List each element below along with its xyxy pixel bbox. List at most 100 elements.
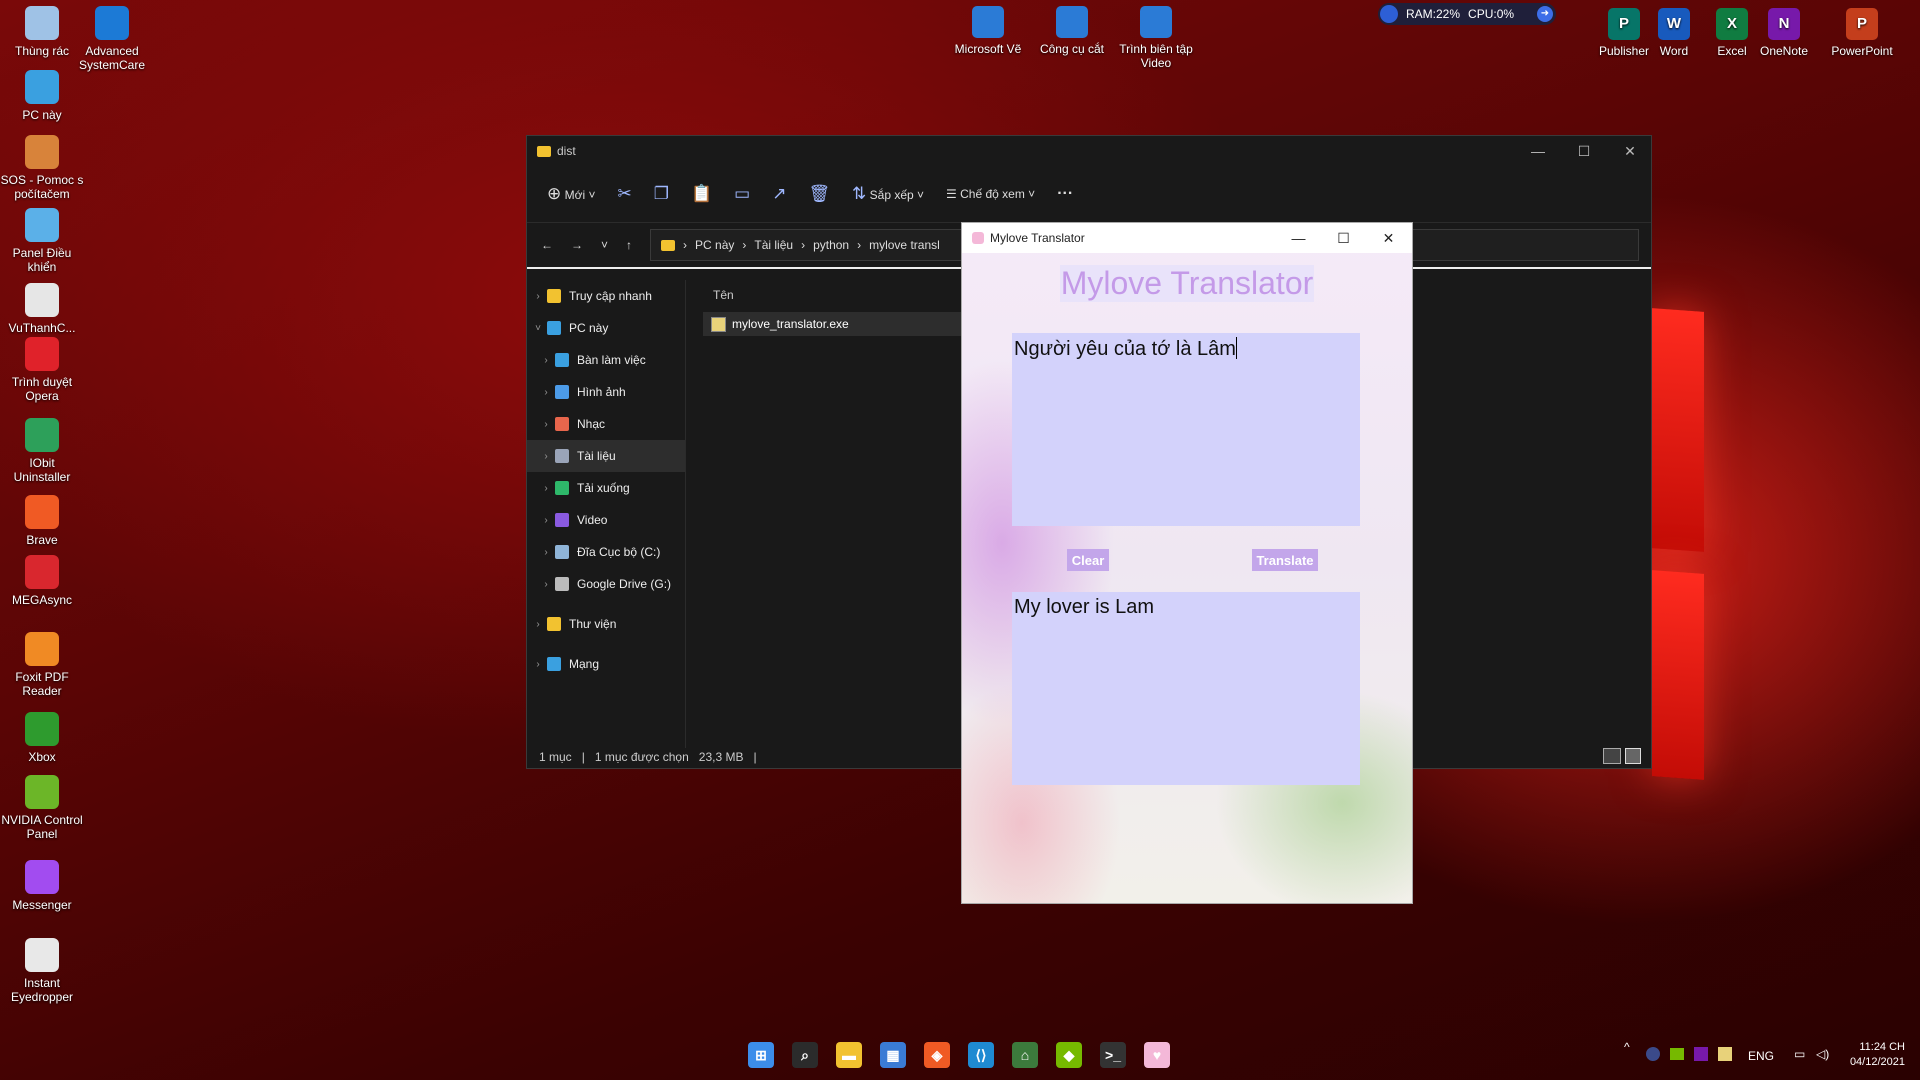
python-icon[interactable]: ⌂: [1012, 1042, 1038, 1068]
search-icon[interactable]: ⌕: [792, 1042, 818, 1068]
mylove-translator-icon[interactable]: ♥: [1144, 1042, 1170, 1068]
arrow-right-icon[interactable]: ➜: [1537, 6, 1553, 22]
chevron-right-icon[interactable]: ›: [537, 483, 555, 494]
translation-output[interactable]: My lover is Lam: [1012, 592, 1360, 785]
desktop-icon[interactable]: Trình duyệt Opera: [0, 337, 84, 403]
chevron-right-icon[interactable]: ›: [529, 659, 547, 670]
chevron-right-icon[interactable]: ›: [529, 619, 547, 630]
paste-icon[interactable]: 📋: [691, 184, 712, 204]
store-icon[interactable]: ▦: [880, 1042, 906, 1068]
desktop-icon[interactable]: Công cụ cắt: [1030, 6, 1114, 56]
show-hidden-icons[interactable]: ^: [1624, 1040, 1630, 1054]
chevron-right-icon[interactable]: ›: [537, 419, 555, 430]
chevron-right-icon[interactable]: ›: [537, 547, 555, 558]
nav-item[interactable]: › Tài liệu: [527, 440, 685, 472]
clock[interactable]: 11:24 CH 04/12/2021: [1845, 1040, 1905, 1070]
ram-cpu-meter[interactable]: RAM:22% CPU:0% ➜: [1378, 3, 1556, 25]
translator-titlebar[interactable]: Mylove Translator — ☐ ✕: [962, 223, 1412, 253]
file-explorer-icon[interactable]: ▬: [836, 1042, 862, 1068]
view-button[interactable]: ☰ Chế độ xem ˅: [946, 187, 1035, 201]
nav-item[interactable]: › Truy cập nhanh: [527, 280, 685, 312]
desktop-icon[interactable]: Brave: [0, 495, 84, 547]
v-tray-icon[interactable]: [1718, 1047, 1732, 1061]
desktop-icon[interactable]: Messenger: [0, 860, 84, 912]
minimize-button[interactable]: —: [1276, 223, 1321, 253]
back-icon[interactable]: ←: [541, 238, 553, 252]
delete-icon[interactable]: 🗑: [808, 184, 830, 204]
share-icon[interactable]: ↗: [772, 184, 786, 204]
desktop-icon[interactable]: Instant Eyedropper: [0, 938, 84, 1004]
chevron-down-icon[interactable]: ˅: [529, 323, 547, 334]
minimize-button[interactable]: —: [1515, 136, 1561, 166]
breadcrumb-item[interactable]: PC này: [695, 238, 734, 252]
desktop-icon[interactable]: Advanced SystemCare: [70, 6, 154, 72]
translate-button[interactable]: Translate: [1252, 549, 1318, 571]
brave-icon[interactable]: ◈: [924, 1042, 950, 1068]
maximize-button[interactable]: ☐: [1321, 223, 1366, 253]
desktop-icon-label: PC này: [22, 108, 62, 122]
breadcrumb-item[interactable]: Tài liệu: [754, 238, 793, 252]
nav-item[interactable]: › Đĩa Cục bộ (C:): [527, 536, 685, 568]
more-button[interactable]: ···: [1057, 185, 1073, 203]
breadcrumb-item[interactable]: mylove transl: [869, 238, 940, 252]
nvidia-icon[interactable]: ◆: [1056, 1042, 1082, 1068]
close-button[interactable]: ✕: [1366, 223, 1411, 253]
desktop-icon[interactable]: SOS - Pomoc s počítačem: [0, 135, 84, 201]
nvidia-tray-icon[interactable]: [1670, 1048, 1684, 1060]
clear-button[interactable]: Clear: [1067, 549, 1109, 571]
recent-icon[interactable]: ˅: [601, 238, 608, 252]
desktop-icon[interactable]: Panel Điều khiển: [0, 208, 84, 274]
chevron-right-icon[interactable]: ›: [537, 515, 555, 526]
maximize-button[interactable]: ☐: [1561, 136, 1607, 166]
desktop-icon[interactable]: IObit Uninstaller: [0, 418, 84, 484]
up-icon[interactable]: ↑: [626, 238, 632, 252]
volume-icon[interactable]: ◁): [1816, 1047, 1829, 1061]
desktop-icon[interactable]: VuThanhC...: [0, 283, 84, 335]
new-button[interactable]: ⊕ Mới ˅: [547, 184, 595, 204]
desktop-icon[interactable]: MEGAsync: [0, 555, 84, 607]
nav-item-label: Video: [577, 513, 608, 527]
chevron-right-icon[interactable]: ›: [529, 291, 547, 302]
language-indicator[interactable]: ENG: [1748, 1049, 1774, 1063]
forward-icon[interactable]: →: [571, 238, 583, 252]
desktop-icon[interactable]: NVIDIA Control Panel: [0, 775, 84, 841]
desktop-icon[interactable]: Microsoft Vẽ: [946, 6, 1030, 56]
nav-item[interactable]: ˅ PC này: [527, 312, 685, 344]
desktop-icon[interactable]: N OneNote: [1748, 8, 1820, 58]
copy-icon[interactable]: ❐: [654, 184, 669, 204]
desktop-icon[interactable]: Trình biên tập Video: [1114, 6, 1198, 70]
rename-icon[interactable]: ▭: [734, 184, 750, 204]
desktop-icon[interactable]: Foxit PDF Reader: [0, 632, 84, 698]
source-text-input[interactable]: Người yêu của tớ là Lâm: [1012, 333, 1360, 526]
chevron-right-icon[interactable]: ›: [537, 451, 555, 462]
breadcrumb-item[interactable]: python: [813, 238, 849, 252]
chevron-right-icon[interactable]: ›: [537, 579, 555, 590]
onenote-tray-icon[interactable]: [1694, 1047, 1708, 1061]
network-icon[interactable]: ▭: [1794, 1047, 1805, 1061]
details-view-icon[interactable]: [1603, 748, 1621, 764]
sort-button[interactable]: ⇅ Sắp xếp ˅: [852, 184, 924, 204]
nav-item[interactable]: › Google Drive (G:): [527, 568, 685, 600]
nav-item[interactable]: › Video: [527, 504, 685, 536]
nav-item[interactable]: › Mạng: [527, 648, 685, 680]
tiles-view-icon[interactable]: [1625, 748, 1641, 764]
nav-item[interactable]: › Thư viện: [527, 608, 685, 640]
cut-icon[interactable]: ✂: [617, 184, 631, 204]
chevron-right-icon[interactable]: ›: [537, 355, 555, 366]
terminal-icon[interactable]: >_: [1100, 1042, 1126, 1068]
desktop-icon[interactable]: P PowerPoint: [1826, 8, 1898, 58]
nav-item[interactable]: › Hình ảnh: [527, 376, 685, 408]
vscode-icon[interactable]: ⟨⟩: [968, 1042, 994, 1068]
start-icon[interactable]: ⊞: [748, 1042, 774, 1068]
close-button[interactable]: ✕: [1607, 136, 1653, 166]
file-row[interactable]: mylove_translator.exe: [703, 312, 971, 336]
desktop-icon[interactable]: Xbox: [0, 712, 84, 764]
nav-item[interactable]: › Nhạc: [527, 408, 685, 440]
desktop-icon[interactable]: PC này: [0, 70, 84, 122]
nav-item[interactable]: › Bàn làm việc: [527, 344, 685, 376]
steam-icon[interactable]: [1646, 1047, 1660, 1061]
powerpoint-icon: P: [1846, 8, 1878, 40]
chevron-right-icon[interactable]: ›: [537, 387, 555, 398]
nav-item[interactable]: › Tải xuống: [527, 472, 685, 504]
explorer-titlebar[interactable]: dist — ☐ ✕: [527, 136, 1651, 166]
